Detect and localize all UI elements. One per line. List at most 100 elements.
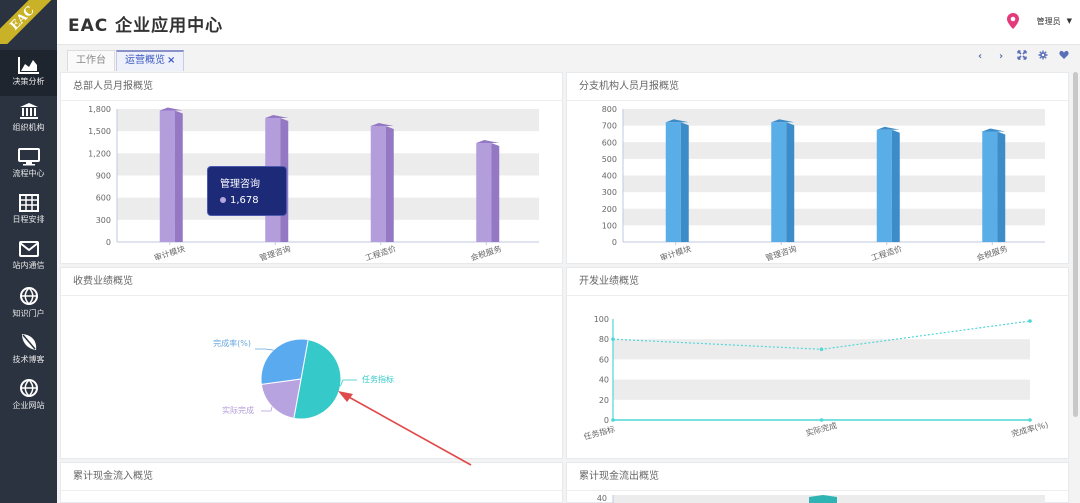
bar-top xyxy=(982,128,1006,132)
pie-leader-line xyxy=(261,406,273,412)
panel-title: 总部人员月报概览 xyxy=(61,73,562,101)
bar xyxy=(159,110,175,242)
y-tick-label: 1,800 xyxy=(88,105,111,114)
panel-cash-outflow: 累计现金流出概览 40 xyxy=(566,462,1069,503)
tooltip-dot xyxy=(220,197,226,203)
panel-title: 分支机构人员月报概览 xyxy=(567,73,1068,101)
bank-icon xyxy=(19,103,38,119)
x-tick-label: 审计模块 xyxy=(659,243,693,262)
sidebar-item-workflow[interactable]: 流程中心 xyxy=(0,142,57,188)
line-point xyxy=(611,418,615,422)
heart-icon[interactable] xyxy=(1058,50,1070,64)
fee-pie-chart: 任务指标实际完成 完成率(%) xyxy=(213,338,394,420)
tab-bar: 工作台 运营概览 × ‹ › xyxy=(57,45,1080,71)
pie-leader-line xyxy=(339,379,357,387)
y-tick-label: 800 xyxy=(602,105,617,114)
header: EAC 企业应用中心 管理员 ▼ xyxy=(57,0,1080,45)
bar-side xyxy=(891,129,900,242)
bar-side xyxy=(174,110,183,242)
grid-band xyxy=(623,109,1045,126)
bar xyxy=(771,122,787,242)
hq-bar-chart: 03006009001,2001,5001,800审计模块 管理咨询 工程造价 会税服… xyxy=(88,105,539,263)
line-point xyxy=(1028,418,1032,422)
pie-label: 完成率(%) xyxy=(213,338,251,348)
tooltip-value: 1,678 xyxy=(230,195,259,206)
tab-label: 工作台 xyxy=(76,55,106,66)
app-title: EAC 企业应用中心 xyxy=(68,16,224,36)
sidebar-item-messages[interactable]: 站内通信 xyxy=(0,234,57,280)
sidebar-item-knowledge-portal[interactable]: 知识门户 xyxy=(0,280,57,326)
bar xyxy=(982,131,998,242)
bar-top xyxy=(476,139,500,143)
logo-text: EAC xyxy=(0,0,56,44)
y-tick-label: 40 xyxy=(597,494,607,503)
sidebar-item-label: 知识门户 xyxy=(12,309,45,318)
y-tick-label: 0 xyxy=(604,416,609,425)
dev-line-chart: 0 20 40 60 80 100 任务指标 实际完成 完成率(%) xyxy=(582,315,1049,442)
pie-slice xyxy=(260,338,309,385)
tab-workbench[interactable]: 工作台 xyxy=(67,50,115,71)
line-point xyxy=(611,337,615,341)
bar-top xyxy=(159,107,183,111)
sidebar-item-company-website[interactable]: 企业网站 xyxy=(0,372,57,418)
grid-band xyxy=(613,379,1030,400)
sidebar-item-decision-analysis[interactable]: 决策分析 xyxy=(0,50,57,96)
area-chart-icon xyxy=(17,57,39,74)
x-tick-label: 完成率(%) xyxy=(1010,419,1049,438)
y-tick-label: 100 xyxy=(602,221,617,230)
x-tick-label: 管理咨询 xyxy=(258,243,292,262)
tab-label: 运营概览 xyxy=(125,55,165,66)
x-tick-label: 工程造价 xyxy=(364,243,398,262)
y-tick-label: 20 xyxy=(599,396,609,405)
cash-outflow-chart: 40 xyxy=(597,494,1045,503)
sidebar-item-label: 站内通信 xyxy=(12,261,45,270)
next-icon[interactable]: › xyxy=(995,50,1007,64)
pie-leader-line xyxy=(255,348,274,351)
tab-operations-overview[interactable]: 运营概览 × xyxy=(116,50,185,71)
y-tick-label: 300 xyxy=(602,188,617,197)
panel-title: 累计现金流入概览 xyxy=(61,463,562,491)
sidebar-item-label: 流程中心 xyxy=(12,169,45,178)
x-tick-label: 管理咨询 xyxy=(764,243,798,262)
y-tick-label: 600 xyxy=(96,194,111,203)
prev-icon[interactable]: ‹ xyxy=(974,50,986,64)
user-name: 管理员 xyxy=(1036,16,1061,26)
sidebar-item-label: 组织机构 xyxy=(12,123,45,132)
y-tick-label: 60 xyxy=(599,355,609,364)
y-tick-label: 40 xyxy=(599,376,609,385)
fullscreen-icon[interactable] xyxy=(1016,50,1028,64)
y-tick-label: 500 xyxy=(602,155,617,164)
bar-side xyxy=(385,125,394,242)
sidebar-item-label: 技术博客 xyxy=(12,355,45,364)
panel-branch-monthly: 分支机构人员月报概览 0 100 200 300 400 500 600 700 800 审计模块… xyxy=(566,72,1069,264)
branch-bar-chart: 0 100 200 300 400 500 600 700 800 审计模块 管理咨询 工程造价 会税服… xyxy=(602,105,1045,263)
gear-icon[interactable] xyxy=(1037,50,1049,64)
y-tick-label: 0 xyxy=(612,238,617,247)
x-tick-label: 实际完成 xyxy=(804,420,837,438)
sidebar-item-tech-blog[interactable]: 技术博客 xyxy=(0,326,57,372)
sidebar-item-schedule[interactable]: 日程安排 xyxy=(0,188,57,234)
sidebar-item-label: 日程安排 xyxy=(12,215,45,224)
globe-icon xyxy=(19,379,38,397)
caret-down-icon: ▼ xyxy=(1066,17,1072,25)
panel-hq-monthly: 总部人员月报概览 0 300 600 900 1,200 1,500 1,800 审计模块 管理… xyxy=(60,72,563,264)
tab-tools: ‹ › xyxy=(974,50,1070,64)
x-tick-label: 审计模块 xyxy=(153,243,187,262)
sidebar-item-organization[interactable]: 组织机构 xyxy=(0,96,57,142)
bar-side xyxy=(997,131,1006,242)
y-tick-label: 1,500 xyxy=(88,127,111,136)
line-point xyxy=(819,347,824,352)
sidebar-item-label: 决策分析 xyxy=(12,77,45,86)
y-tick-label: 400 xyxy=(602,172,617,181)
panel-title: 收费业绩概览 xyxy=(61,268,562,296)
bar-side xyxy=(786,122,795,242)
y-tick-label: 100 xyxy=(594,315,609,324)
panel-cash-inflow: 累计现金流入概览 xyxy=(60,462,563,503)
panel-title: 开发业绩概览 xyxy=(567,268,1068,296)
pie-slice xyxy=(260,378,302,419)
sidebar: EAC 决策分析 组织机构 流程中心 日程安排 站内通信 知识门户 技术博客 企… xyxy=(0,0,57,503)
user-menu[interactable]: 管理员 ▼ xyxy=(1006,13,1072,29)
close-icon[interactable]: × xyxy=(167,55,175,66)
bar xyxy=(476,142,492,242)
scrollbar[interactable] xyxy=(1073,72,1078,417)
